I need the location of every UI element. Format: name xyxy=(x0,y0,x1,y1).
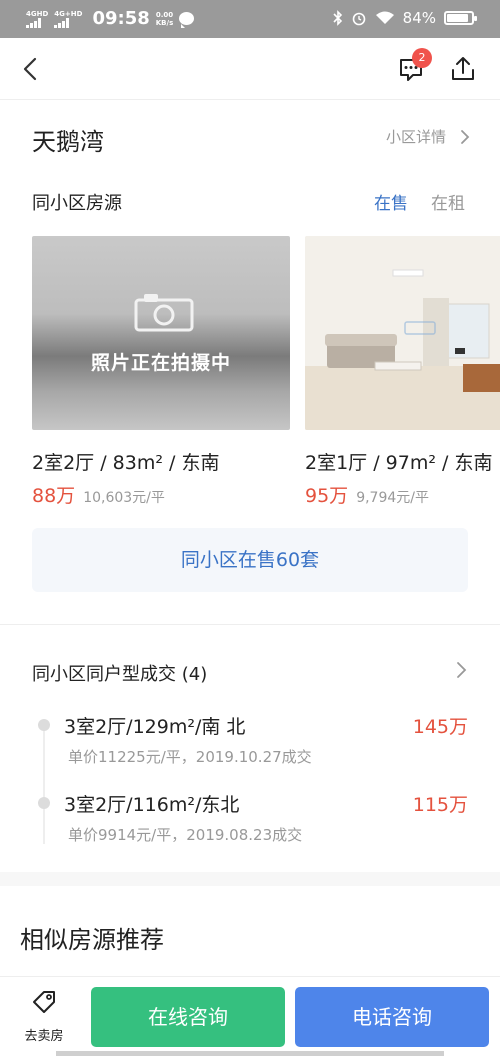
tab-for-sale[interactable]: 在售 xyxy=(374,189,408,214)
network-speed: 0.00 KB/s xyxy=(156,11,173,27)
photo-placeholder-text: 照片正在拍摄中 xyxy=(90,352,231,374)
bottom-action-bar: 去卖房 在线咨询 电话咨询 xyxy=(0,976,500,1056)
listing-title: 2室2厅 / 83m² / 东南 xyxy=(32,452,220,474)
listing-price: 88万 xyxy=(32,485,76,507)
deal-price: 145万 xyxy=(412,716,468,738)
listing-photo xyxy=(305,236,500,430)
chevron-right-icon[interactable] xyxy=(456,660,468,680)
deal-price: 115万 xyxy=(412,794,468,816)
network-type-2: 4G+HD xyxy=(54,9,83,18)
bluetooth-icon xyxy=(333,10,342,26)
tab-for-rent[interactable]: 在租 xyxy=(431,189,465,214)
nav-bar: 2 xyxy=(0,38,500,100)
same-community-more-button[interactable]: 同小区在售60套 xyxy=(32,528,468,592)
deal-layout: 3室2厅/129m²/南 北 xyxy=(64,716,246,738)
network-speed-value: 0.00 xyxy=(155,10,174,19)
phone-consult-button[interactable]: 电话咨询 xyxy=(295,987,489,1047)
listing-unit-price: 10,603元/平 xyxy=(83,490,165,506)
community-detail-label: 小区详情 xyxy=(385,128,446,146)
tag-icon xyxy=(33,991,55,1013)
share-icon[interactable] xyxy=(446,52,480,86)
section-gap xyxy=(0,872,500,886)
status-bar-left: 4GHD 4G+HD 09:58 0.00 KB/s xyxy=(26,8,195,29)
message-notification-icon xyxy=(179,12,195,28)
alarm-icon xyxy=(352,12,365,26)
similar-listings-title: 相似房源推荐 xyxy=(20,926,164,954)
room-photo-image xyxy=(305,236,500,430)
deals-title[interactable]: 同小区同户型成交 (4) xyxy=(32,660,207,686)
deal-layout: 3室2厅/116m²/东北 xyxy=(64,794,240,816)
same-community-title: 同小区房源 xyxy=(32,193,122,214)
listing-card[interactable]: 照片正在拍摄中 2室2厅 / 83m² / 东南 88万 10,603元/平 xyxy=(32,236,290,507)
listing-photo-placeholder: 照片正在拍摄中 xyxy=(32,236,290,430)
timeline-dot xyxy=(38,719,50,731)
listing-price: 95万 xyxy=(305,485,349,507)
listing-unit-price: 9,794元/平 xyxy=(356,490,429,506)
community-detail-link[interactable]: 小区详情 xyxy=(386,126,470,147)
listing-price-row: 95万 9,794元/平 xyxy=(305,481,429,508)
section-divider xyxy=(0,624,500,625)
camera-icon xyxy=(134,294,194,332)
clock: 09:58 xyxy=(92,8,150,29)
signal-strength-icon-2: 4G+HD xyxy=(54,10,82,28)
deal-detail: 单价11225元/平，2019.10.27成交 xyxy=(68,748,312,766)
home-indicator[interactable] xyxy=(56,1051,444,1056)
listing-price-row: 88万 10,603元/平 xyxy=(32,481,165,508)
community-name: 天鹅湾 xyxy=(32,128,104,156)
sell-house-label: 去卖房 xyxy=(24,1029,64,1044)
status-bar-right: 84% xyxy=(333,9,477,27)
signal-strength-icon: 4GHD xyxy=(26,10,48,28)
network-type-1: 4GHD xyxy=(26,9,49,18)
timeline-dot xyxy=(38,797,50,809)
timeline-line xyxy=(43,728,45,844)
chevron-right-icon xyxy=(461,129,470,144)
sell-house-button[interactable]: 去卖房 xyxy=(14,987,74,1047)
network-speed-unit: KB/s xyxy=(155,18,174,27)
battery-percentage: 84% xyxy=(402,9,436,27)
battery-icon xyxy=(444,11,477,25)
deal-detail: 单价9914元/平，2019.08.23成交 xyxy=(68,826,303,844)
listing-title: 2室1厅 / 97m² / 东南 xyxy=(305,452,493,474)
wifi-icon xyxy=(375,11,394,24)
message-badge: 2 xyxy=(412,48,432,68)
status-bar: 4GHD 4G+HD 09:58 0.00 KB/s 84% xyxy=(0,0,500,38)
listing-card[interactable]: 2室1厅 / 97m² / 东南 95万 9,794元/平 xyxy=(305,236,500,507)
back-icon[interactable] xyxy=(14,52,48,86)
online-consult-button[interactable]: 在线咨询 xyxy=(91,987,285,1047)
